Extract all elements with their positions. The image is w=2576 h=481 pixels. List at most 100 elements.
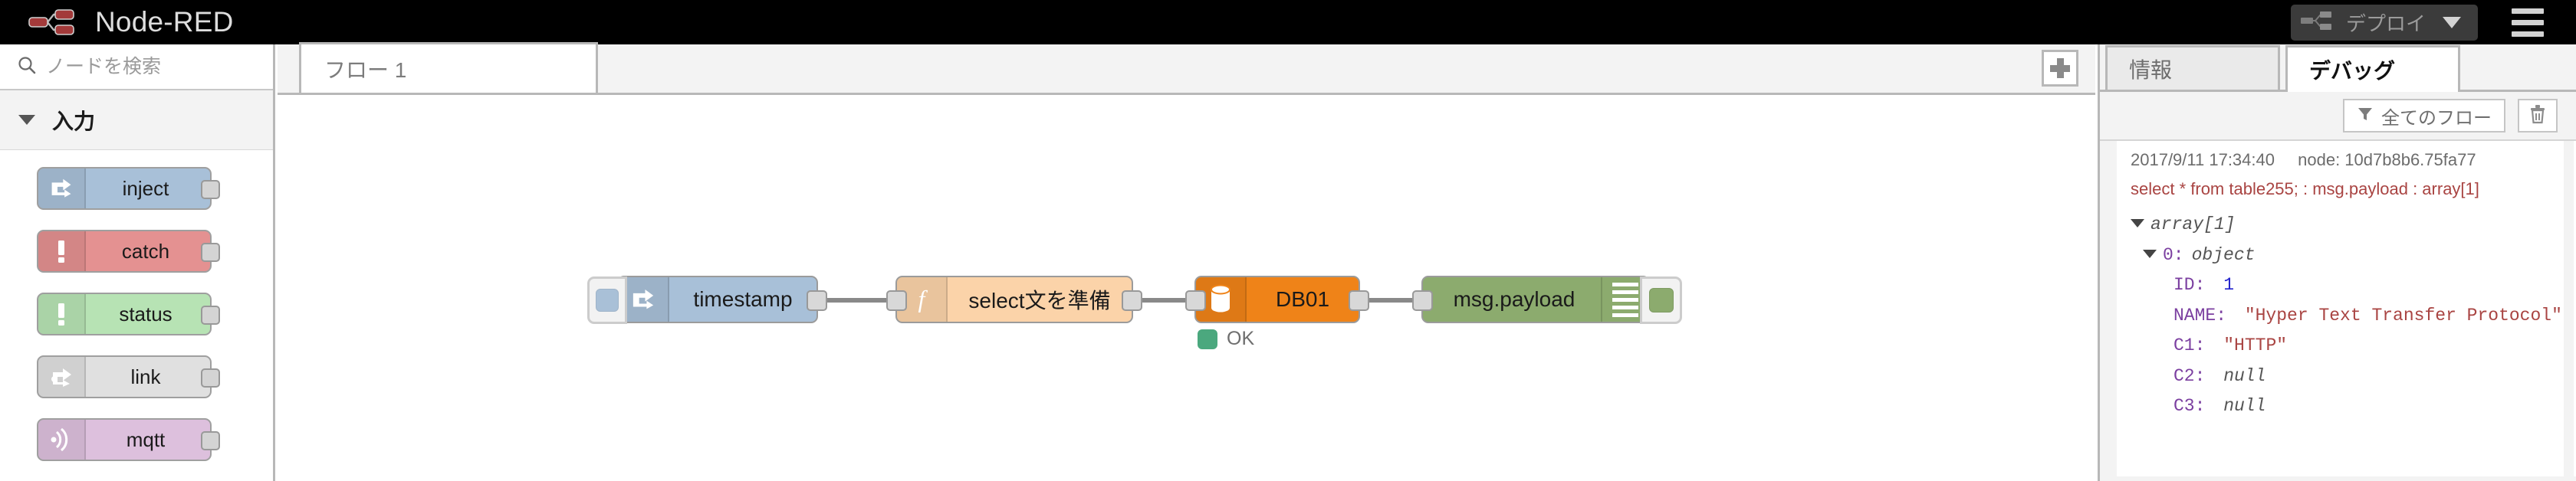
inject-arrow-icon (38, 169, 86, 208)
node-output-port[interactable] (807, 290, 827, 311)
debug-enable-indicator (1648, 288, 1674, 312)
debug-property-key: C3: (2174, 396, 2206, 417)
debug-property-row: NAME: "Hyper Text Transfer Protocol" (2131, 301, 2562, 332)
search-input[interactable] (46, 55, 238, 78)
node-red-logo-icon (28, 7, 75, 38)
node-status-badge: OK (1198, 328, 1254, 350)
debug-property-key: C1: (2174, 335, 2206, 356)
node-output-port[interactable] (201, 243, 220, 262)
debug-property-row: C1: "HTTP" (2131, 331, 2562, 362)
debug-filter-label: 全てのフロー (2381, 107, 2492, 129)
debug-topic-line: select * from table255; : msg.payload : … (2131, 179, 2479, 198)
caret-down-icon[interactable] (2131, 219, 2144, 227)
inject-trigger-button[interactable] (587, 276, 627, 324)
chevron-down-icon[interactable] (2443, 16, 2461, 28)
debug-message-meta: 2017/9/11 17:34:40 node: 10d7b8b6.75fa77 (2131, 150, 2562, 179)
caret-down-icon[interactable] (2143, 249, 2157, 258)
debug-property-row: ID: 1 (2131, 270, 2562, 301)
debug-clear-button[interactable] (2518, 99, 2558, 133)
debug-property-value: "Hyper Text Transfer Protocol" (2244, 305, 2562, 326)
exclamation-icon (38, 294, 86, 334)
palette-node-label: link (130, 365, 161, 388)
plus-icon (2050, 58, 2070, 78)
palette-node-link[interactable]: link (37, 355, 220, 398)
node-palette: 入力 inject catch (0, 44, 275, 481)
node-status-text: OK (1227, 328, 1255, 349)
debug-property-key: ID: (2174, 275, 2206, 296)
debug-property-key: C2: (2174, 365, 2206, 386)
status-dot-icon (1198, 329, 1217, 349)
node-output-port[interactable] (1122, 290, 1142, 311)
node-output-port[interactable] (1349, 290, 1369, 311)
palette-node-inject[interactable]: inject (37, 167, 220, 210)
flow-node-inject-timestamp[interactable]: timestamp (587, 276, 827, 324)
debug-message-list[interactable]: 2017/9/11 17:34:40 node: 10d7b8b6.75fa77… (2100, 141, 2576, 476)
flow-tab-label: フロー 1 (324, 57, 407, 82)
palette-category-label: 入力 (52, 109, 96, 133)
add-flow-tab-button[interactable] (2042, 50, 2078, 87)
flow-node-debug-msgpayload[interactable]: msg.payload (1412, 276, 1682, 324)
node-output-port[interactable] (201, 431, 220, 450)
hamburger-menu-icon[interactable] (2495, 0, 2561, 44)
palette-category-input[interactable]: 入力 (0, 90, 273, 150)
palette-node-mqtt[interactable]: mqtt (37, 418, 220, 461)
brand: Node-RED (28, 6, 234, 38)
debug-payload-tree: array[1] 0: object ID: 1 NAME: "Hyper Te… (2131, 210, 2562, 422)
header-actions: デプロイ (2290, 0, 2576, 44)
node-output-port[interactable] (201, 306, 220, 325)
wire-inject-to-function (818, 298, 896, 303)
app-title: Node-RED (95, 6, 234, 38)
debug-tree-root[interactable]: array[1] (2131, 210, 2562, 240)
debug-object-type: object (2191, 244, 2256, 265)
exclamation-icon (38, 231, 86, 271)
tab-flow-1[interactable]: フロー 1 (299, 42, 598, 93)
workspace: フロー 1 timestamp f select文を準備 DB01 OK msg… (278, 42, 2095, 481)
palette-node-label: mqtt (126, 427, 166, 451)
debug-property-value: 1 (2223, 275, 2235, 296)
deploy-node-icon (2300, 9, 2332, 36)
debug-message[interactable]: 2017/9/11 17:34:40 node: 10d7b8b6.75fa77… (2117, 141, 2576, 422)
palette-node-status[interactable]: status (37, 293, 220, 335)
sidebar-tab-label: デバッグ (2309, 59, 2396, 83)
node-input-port[interactable] (1412, 290, 1433, 311)
node-red-editor: Node-RED デプロイ ノードを検索 入力 inject catch sta… (0, 0, 2576, 481)
search-icon (17, 55, 37, 79)
trash-icon (2528, 104, 2547, 128)
debug-filter-button[interactable]: 全てのフロー (2343, 99, 2505, 133)
link-arrow-icon (38, 357, 86, 397)
deploy-button[interactable]: デプロイ (2290, 4, 2478, 41)
right-sidebar: 情報 デバッグ 全てのフロー 2017/9/11 17:34:40 node: … (2098, 44, 2576, 481)
node-input-port[interactable] (886, 290, 907, 311)
flow-canvas[interactable]: timestamp f select文を準備 DB01 OK msg.paylo… (278, 95, 2095, 479)
palette-search-row[interactable] (0, 44, 273, 90)
debug-root-label: array[1] (2150, 214, 2236, 234)
tab-debug[interactable]: デバッグ (2285, 45, 2460, 92)
palette-node-list: inject catch status link mqtt (0, 150, 273, 461)
debug-property-row: C3: null (2131, 391, 2562, 422)
flow-node-label: msg.payload (1453, 287, 1576, 311)
node-input-port[interactable] (1185, 290, 1206, 311)
node-output-port[interactable] (201, 180, 220, 199)
tab-info[interactable]: 情報 (2105, 45, 2280, 90)
palette-node-label: catch (121, 239, 170, 263)
palette-node-catch[interactable]: catch (37, 230, 220, 273)
debug-tree-object[interactable]: 0: object (2131, 240, 2562, 271)
debug-property-value: null (2223, 365, 2266, 386)
debug-enable-button[interactable] (1640, 276, 1682, 324)
deploy-label: デプロイ (2345, 11, 2426, 35)
node-output-port[interactable] (201, 368, 220, 388)
inject-trigger-indicator (596, 289, 619, 312)
broadcast-icon (38, 420, 86, 460)
svg-text:f: f (918, 285, 928, 312)
debug-scrollbar[interactable] (2564, 141, 2574, 476)
flow-node-label: DB01 (1275, 287, 1330, 311)
flow-node-function-select[interactable]: f select文を準備 (886, 276, 1142, 323)
palette-node-label: status (119, 302, 172, 326)
debug-property-value: "HTTP" (2223, 335, 2288, 356)
debug-object-index: 0: (2163, 244, 2184, 265)
sidebar-tab-label: 情報 (2129, 57, 2173, 82)
flow-tabbar: フロー 1 (278, 42, 2095, 95)
debug-property-row: C2: null (2131, 362, 2562, 392)
flow-node-database-db01[interactable]: DB01 OK (1185, 276, 1369, 349)
palette-node-label: inject (122, 176, 169, 200)
